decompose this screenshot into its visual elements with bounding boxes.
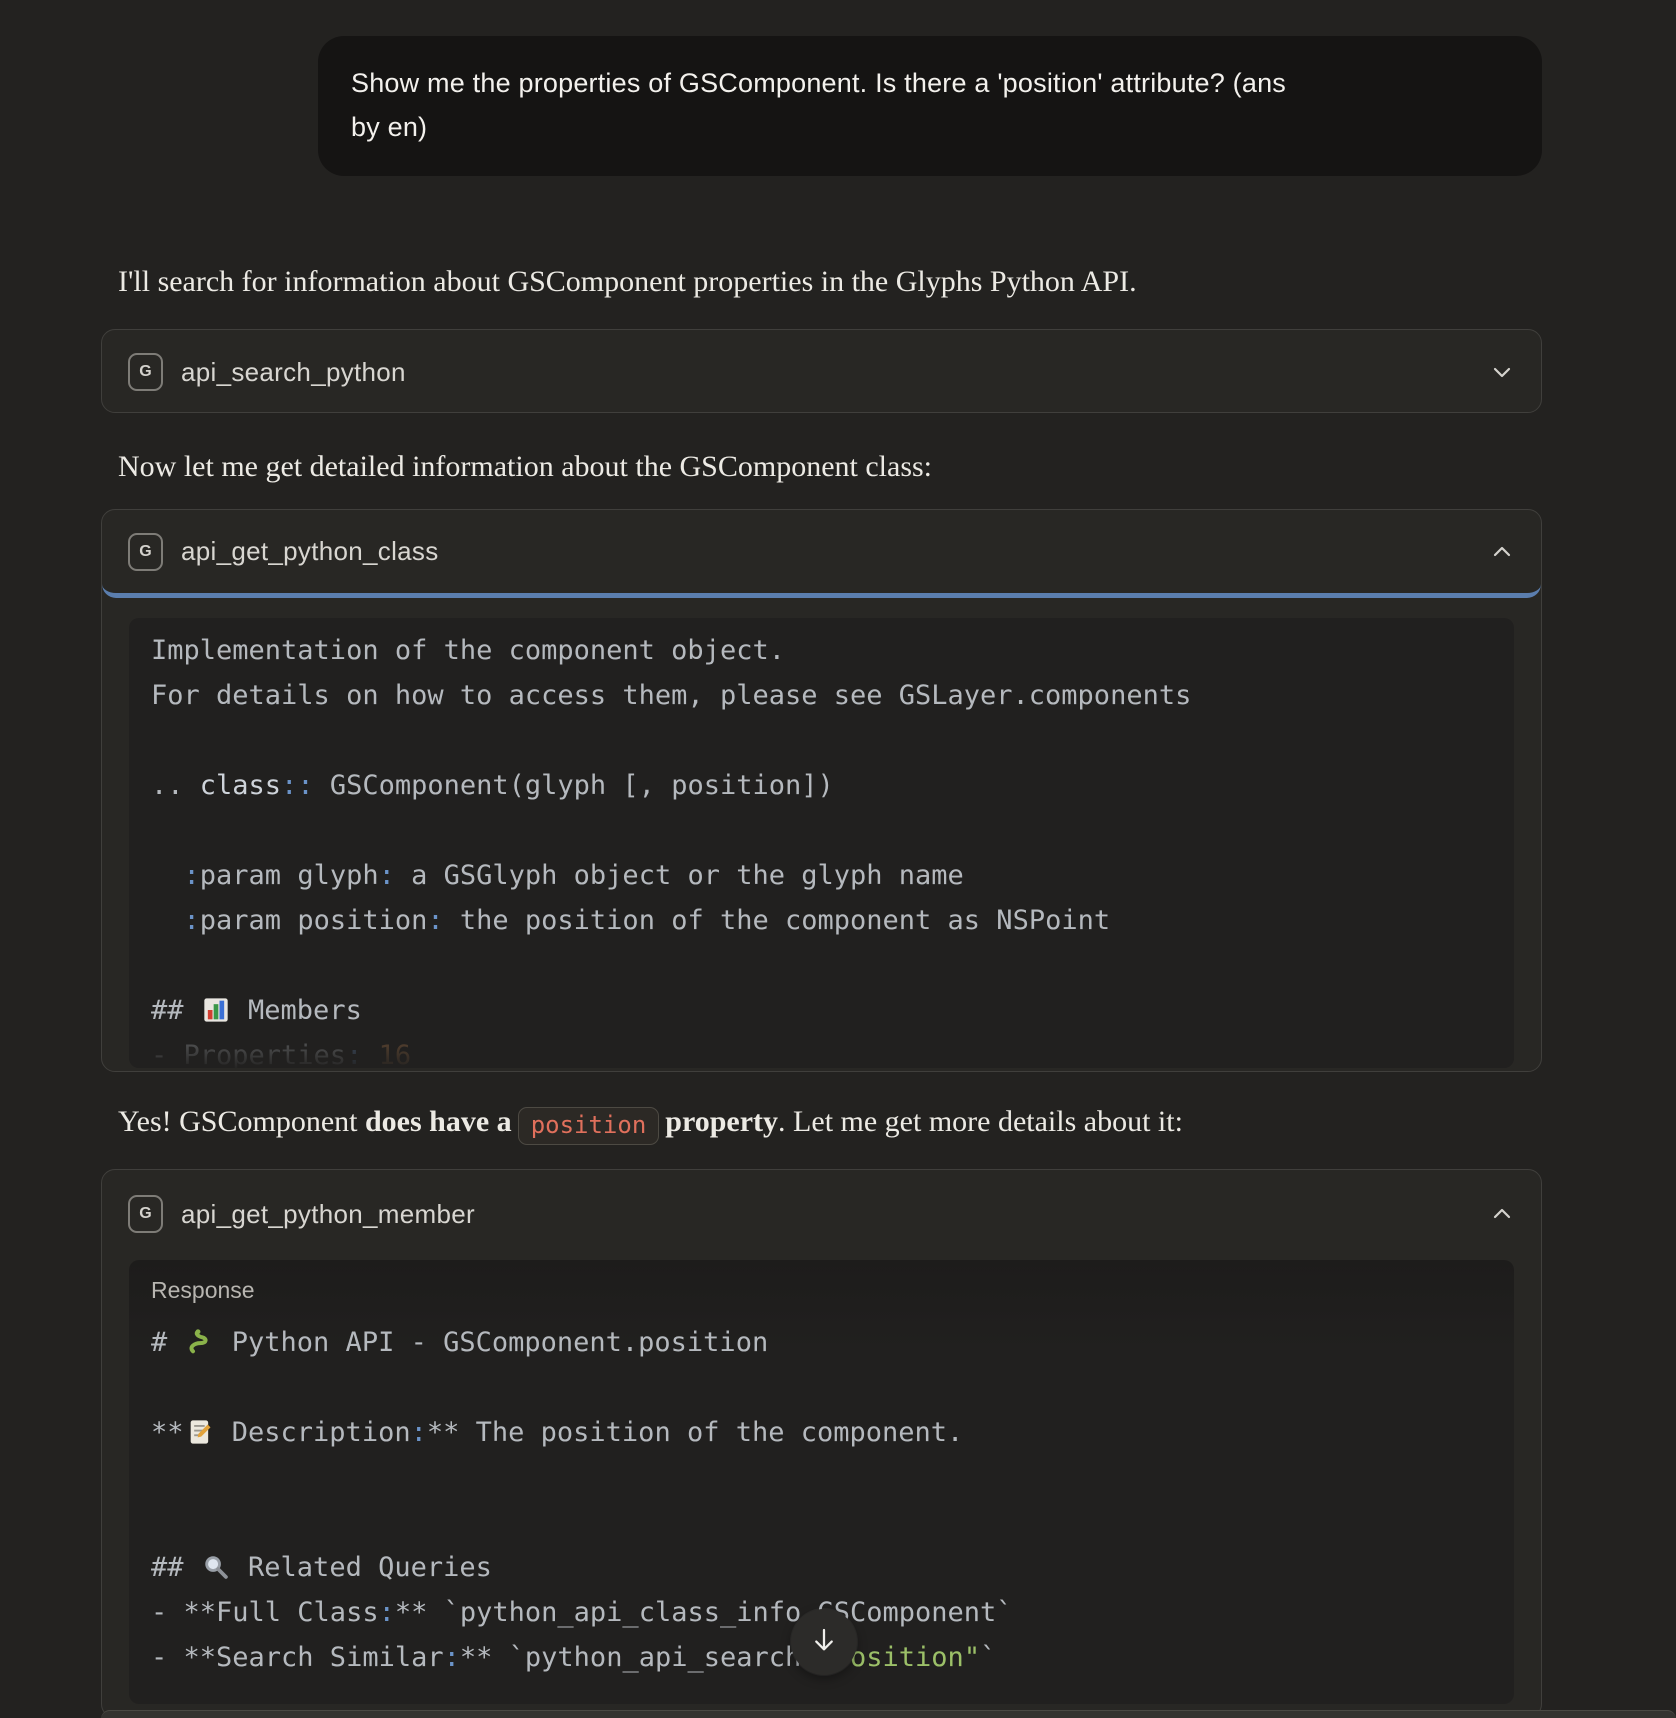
tool-name-label: api_search_python: [181, 357, 406, 388]
paragraph-text: Yes! GSComponent: [118, 1105, 365, 1138]
tool-call-api-search-python: G api_search_python: [101, 329, 1542, 413]
code-line: ## Members: [151, 988, 1514, 1033]
response-label: Response: [151, 1276, 1514, 1304]
code-line: Implementation of the component object.: [151, 628, 1514, 673]
code-line: .. class:: GSComponent(glyph [, position…: [151, 763, 1514, 808]
bar-chart-emoji: [202, 988, 230, 1033]
composer-input-top-edge[interactable]: [101, 1710, 1676, 1718]
tool-name-label: api_get_python_class: [181, 536, 439, 567]
tool-call-api-get-python-class: G api_get_python_class Implementation of…: [101, 509, 1542, 1072]
tool-call-header[interactable]: G api_search_python: [102, 330, 1541, 413]
code-line: # Python API - GSComponent.position: [151, 1320, 1514, 1365]
inline-code-position: position: [518, 1107, 660, 1145]
chevron-down-icon[interactable]: [1489, 359, 1515, 385]
code-line-blank: [151, 1455, 1514, 1500]
chevron-up-icon[interactable]: [1489, 539, 1515, 565]
code-line: :param position: the position of the com…: [151, 898, 1514, 943]
memo-emoji: [186, 1410, 214, 1455]
code-line-blank: [151, 718, 1514, 763]
tool-call-header[interactable]: G api_get_python_member: [102, 1170, 1541, 1258]
tool-badge-icon: G: [128, 533, 163, 571]
code-line-blank: [151, 943, 1514, 988]
code-line-blank: [151, 808, 1514, 853]
paragraph-bold-text: does have a: [365, 1105, 512, 1138]
user-message-text: Show me the properties of GSComponent. I…: [351, 61, 1509, 105]
tool-badge-icon: G: [128, 353, 163, 391]
tool-result-panel[interactable]: Implementation of the component object. …: [129, 618, 1514, 1068]
user-message-text: by en): [351, 105, 1509, 149]
code-line: :param glyph: a GSGlyph object or the gl…: [151, 853, 1514, 898]
chat-thread: Show me the properties of GSComponent. I…: [0, 0, 1676, 1718]
code-line: - Properties: 16: [151, 1033, 1514, 1068]
paragraph-text: . Let me get more details about it:: [778, 1105, 1183, 1138]
assistant-paragraph-3: Yes! GSComponent does have apositionprop…: [118, 1101, 1183, 1145]
code-line-blank: [151, 1365, 1514, 1410]
assistant-paragraph-1: I'll search for information about GSComp…: [118, 261, 1137, 303]
code-line: For details on how to access them, pleas…: [151, 673, 1514, 718]
down-arrow-icon: [808, 1624, 840, 1661]
tool-name-label: api_get_python_member: [181, 1199, 475, 1230]
snake-emoji: [186, 1320, 214, 1365]
code-line-blank: [151, 1500, 1514, 1545]
assistant-paragraph-2: Now let me get detailed information abou…: [118, 446, 932, 488]
code-line: ## Related Queries: [151, 1545, 1514, 1590]
code-line: ** Description:** The position of the co…: [151, 1410, 1514, 1455]
scroll-to-bottom-button[interactable]: [791, 1609, 857, 1675]
tool-badge-icon: G: [128, 1195, 163, 1233]
chevron-up-icon[interactable]: [1489, 1201, 1515, 1227]
tool-call-header[interactable]: G api_get_python_class: [102, 510, 1541, 598]
user-message-bubble: Show me the properties of GSComponent. I…: [318, 36, 1542, 176]
paragraph-bold-text: property: [665, 1105, 778, 1138]
magnifying-glass-emoji: [202, 1545, 230, 1590]
